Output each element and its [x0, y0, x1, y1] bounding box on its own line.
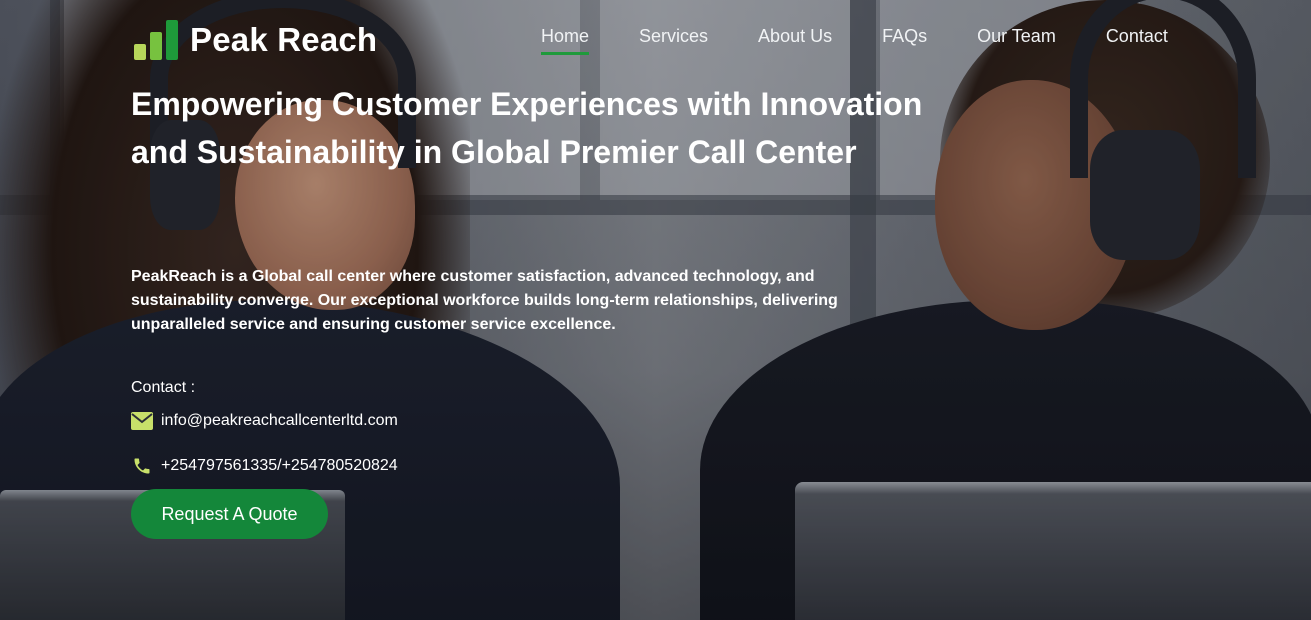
- brand-name: Peak Reach: [190, 21, 378, 58]
- main-nav: Home Services About Us FAQs Our Team Con…: [541, 26, 1218, 55]
- nav-item-our-team[interactable]: Our Team: [977, 26, 1056, 55]
- nav-item-services[interactable]: Services: [639, 26, 708, 55]
- phone-icon: [134, 458, 150, 474]
- request-quote-button[interactable]: Request A Quote: [131, 489, 328, 539]
- contact-email-text: info@peakreachcallcenterltd.com: [161, 412, 398, 429]
- contact-email[interactable]: info@peakreachcallcenterltd.com: [131, 412, 398, 430]
- brand-logo[interactable]: Peak Reach: [134, 18, 377, 62]
- bar-chart-logo-icon: [134, 18, 180, 62]
- hero-title: Empowering Customer Experiences with Inn…: [131, 86, 923, 170]
- nav-item-contact[interactable]: Contact: [1106, 26, 1168, 55]
- nav-item-home[interactable]: Home: [541, 26, 590, 55]
- contact-phone-text: +254797561335/+254780520824: [161, 457, 398, 474]
- nav-item-about-us[interactable]: About Us: [758, 26, 832, 55]
- contact-label: Contact :: [131, 379, 196, 396]
- contact-phone[interactable]: +254797561335/+254780520824: [131, 456, 398, 476]
- envelope-icon: [131, 412, 153, 430]
- hero-description: PeakReach is a Global call center where …: [131, 268, 838, 333]
- nav-item-faqs[interactable]: FAQs: [882, 26, 927, 55]
